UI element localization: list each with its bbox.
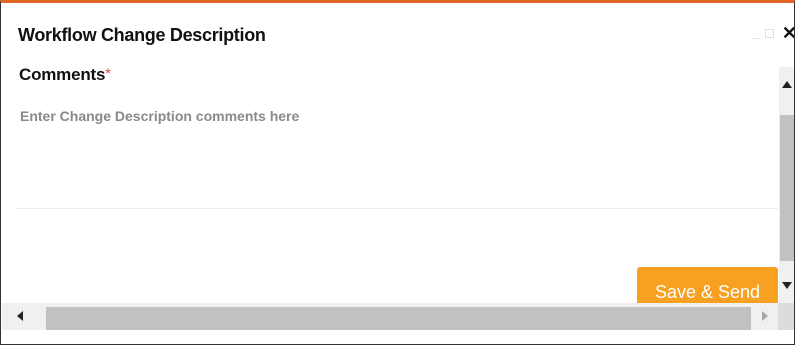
horizontal-scroll-thumb[interactable] (46, 307, 751, 330)
scrollbar-corner (778, 303, 794, 330)
dialog-title: Workflow Change Description (18, 25, 266, 45)
minimize-icon[interactable] (750, 28, 759, 39)
window-controls: ✕ (750, 21, 794, 45)
comments-label: Comments* (19, 65, 111, 85)
scroll-right-arrow-icon[interactable] (762, 311, 768, 321)
scroll-down-arrow-icon[interactable] (782, 282, 792, 289)
vertical-scrollbar[interactable] (779, 67, 794, 303)
close-icon[interactable]: ✕ (782, 24, 794, 42)
comments-label-text: Comments (19, 65, 106, 84)
vertical-scroll-thumb[interactable] (780, 115, 794, 261)
maximize-icon[interactable] (764, 28, 774, 38)
scroll-up-arrow-icon[interactable] (782, 81, 792, 88)
comments-textarea[interactable] (16, 99, 778, 208)
workflow-change-description-dialog: Workflow Change Description ✕ Comments* … (0, 0, 795, 345)
required-marker: * (105, 65, 111, 81)
dialog-content: Comments* Save & Send (2, 65, 778, 303)
horizontal-scrollbar[interactable] (2, 303, 778, 330)
comments-field-container (16, 99, 778, 209)
scroll-left-arrow-icon[interactable] (17, 311, 23, 321)
save-and-send-button[interactable]: Save & Send (637, 267, 778, 303)
